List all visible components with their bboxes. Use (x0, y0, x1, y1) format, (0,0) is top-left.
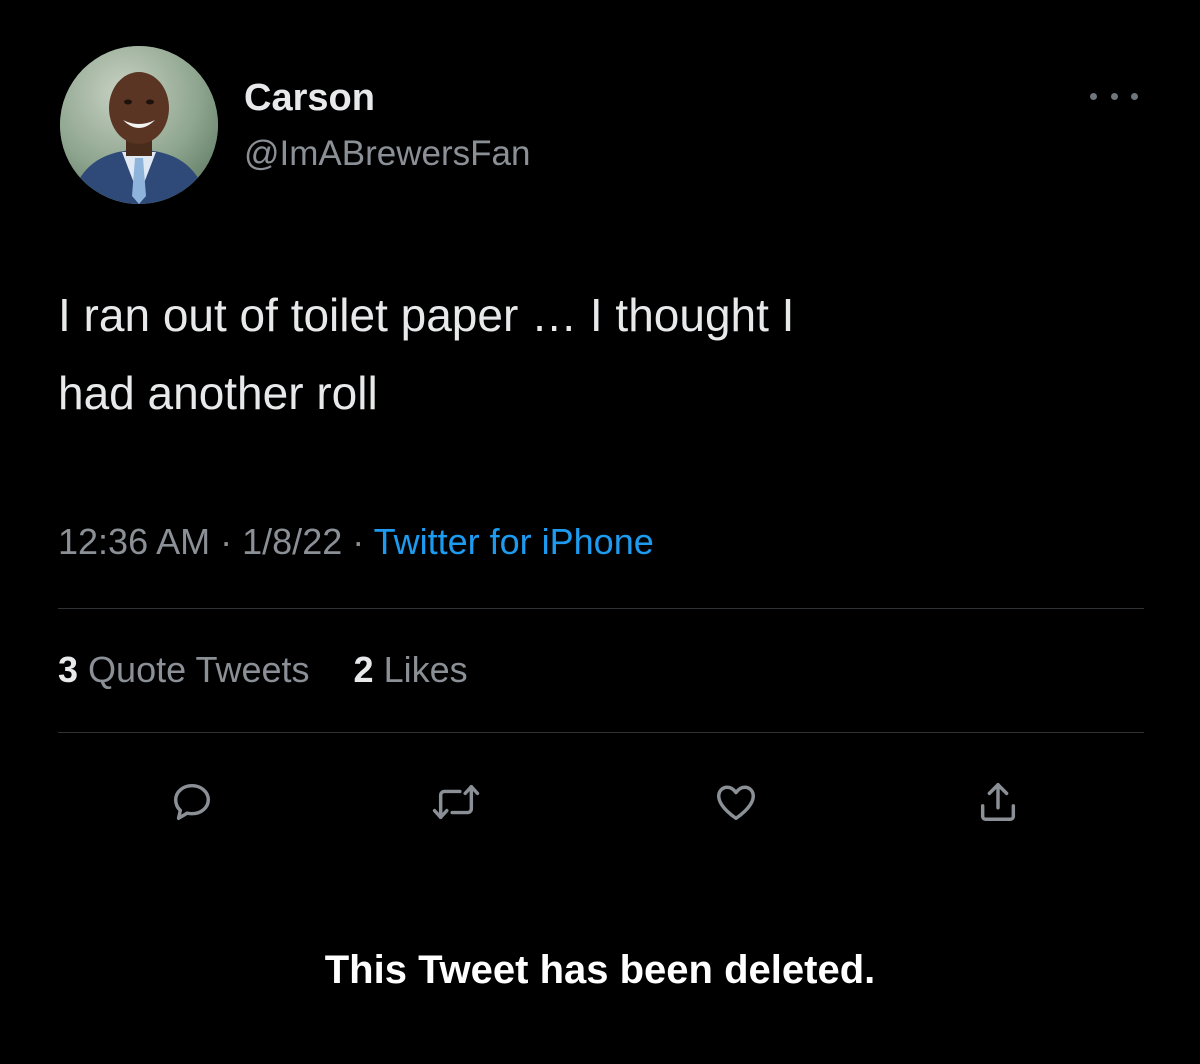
likes-stat[interactable]: 2 Likes (354, 649, 468, 690)
heart-icon (717, 785, 755, 821)
likes-count: 2 (353, 649, 374, 690)
avatar[interactable] (60, 46, 218, 204)
tweet-text: I ran out of toilet paper … I thought I … (58, 276, 1158, 432)
deleted-tweet-notice: This Tweet has been deleted. (324, 948, 876, 992)
meta-separator: · (352, 521, 365, 562)
author-display-name[interactable]: Carson (244, 76, 530, 120)
quote-tweets-stat[interactable]: 3 Quote Tweets (58, 649, 320, 690)
retweet-icon (432, 784, 480, 820)
retweet-button[interactable] (426, 772, 486, 832)
likes-label: Likes (383, 649, 468, 690)
tweet-meta: 12:36 AM · 1/8/22 · Twitter for iPhone (58, 516, 654, 568)
tweet-stats: 3 Quote Tweets 2 Likes (58, 644, 468, 696)
divider (58, 608, 1144, 609)
more-dot (1090, 92, 1097, 100)
more-dot (1110, 92, 1118, 100)
tweet-source-link[interactable]: Twitter for iPhone (374, 521, 654, 562)
like-button[interactable] (706, 772, 766, 832)
quote-tweets-label: Quote Tweets (88, 649, 310, 690)
more-dot (1131, 92, 1138, 100)
more-options-icon[interactable] (1090, 84, 1138, 108)
tweet-screenshot: Carson @ImABrewersFan I ran out of toile… (0, 0, 1200, 1064)
meta-separator: · (220, 521, 233, 562)
reply-button[interactable] (162, 772, 222, 832)
tweet-text-line-1: I ran out of toilet paper … I thought I (58, 289, 795, 341)
quote-tweets-count: 3 (58, 649, 79, 690)
author-handle[interactable]: @ImABrewersFan (244, 132, 530, 176)
divider (58, 732, 1144, 733)
share-icon (980, 783, 1016, 821)
tweet-text-line-2: had another roll (58, 367, 378, 419)
profile-photo-image (60, 46, 218, 204)
share-button[interactable] (968, 772, 1028, 832)
tweet-date[interactable]: 1/8/22 (242, 521, 342, 562)
tweet-time[interactable]: 12:36 AM (58, 521, 210, 562)
speech-bubble-icon (173, 783, 211, 821)
tweet-author: Carson @ImABrewersFan (244, 76, 530, 176)
